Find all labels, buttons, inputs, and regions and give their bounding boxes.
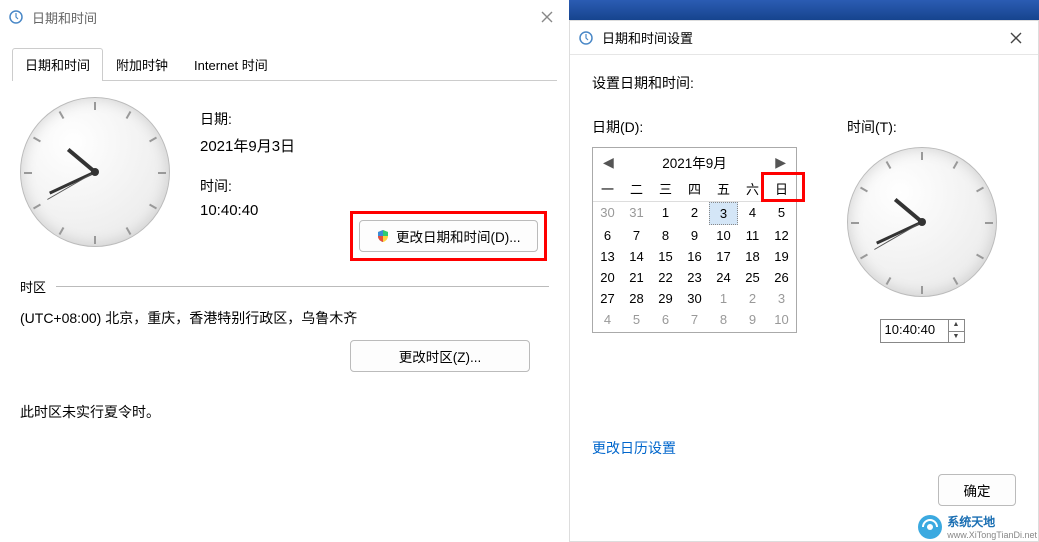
calendar-day[interactable]: 21 bbox=[622, 267, 651, 288]
calendar-day[interactable]: 4 bbox=[738, 202, 767, 225]
calendar-day[interactable]: 22 bbox=[651, 267, 680, 288]
tab-additional-clocks[interactable]: 附加时钟 bbox=[103, 48, 181, 80]
change-date-time-label: 更改日期和时间(D)... bbox=[396, 226, 521, 246]
weekday-header: 三 bbox=[651, 176, 680, 202]
calendar-day[interactable]: 27 bbox=[593, 288, 622, 309]
calendar-day[interactable]: 9 bbox=[738, 309, 767, 330]
calendar-day[interactable]: 10 bbox=[767, 309, 796, 330]
tab-strip: 日期和时间 附加时钟 Internet 时间 bbox=[12, 48, 557, 81]
section-title: 时区 bbox=[20, 277, 46, 296]
instruction-text: 设置日期和时间: bbox=[592, 73, 1016, 93]
calendar-day[interactable]: 18 bbox=[738, 246, 767, 267]
calendar-day[interactable]: 10 bbox=[709, 225, 738, 246]
timezone-value: (UTC+08:00) 北京，重庆，香港特别行政区，乌鲁木齐 bbox=[20, 308, 549, 328]
calendar-day[interactable]: 14 bbox=[622, 246, 651, 267]
time-value: 10:40:40 bbox=[200, 202, 295, 219]
ok-label: 确定 bbox=[964, 480, 991, 500]
close-button[interactable] bbox=[533, 5, 561, 29]
calendar-day[interactable]: 1 bbox=[651, 202, 680, 225]
calendar-day[interactable]: 8 bbox=[709, 309, 738, 330]
calendar-day[interactable]: 7 bbox=[622, 225, 651, 246]
calendar-day[interactable]: 6 bbox=[593, 225, 622, 246]
calendar-day[interactable]: 6 bbox=[651, 309, 680, 330]
tab-internet-time[interactable]: Internet 时间 bbox=[181, 48, 281, 80]
calendar-day[interactable]: 23 bbox=[680, 267, 709, 288]
second-hand bbox=[47, 172, 95, 200]
date-label: 日期: bbox=[200, 109, 295, 129]
titlebar: 日期和时间 bbox=[0, 0, 569, 34]
time-column-label: 时间(T): bbox=[847, 117, 997, 137]
calendar-day[interactable]: 13 bbox=[593, 246, 622, 267]
window-title: 日期和时间设置 bbox=[602, 28, 1002, 47]
calendar-day[interactable]: 31 bbox=[622, 202, 651, 225]
highlight-box: 更改日期和时间(D)... bbox=[350, 211, 547, 261]
window-title: 日期和时间 bbox=[32, 8, 533, 27]
change-timezone-button[interactable]: 更改时区(Z)... bbox=[350, 340, 530, 372]
time-spin-up[interactable]: ▲ bbox=[949, 320, 964, 332]
date-time-window: 日期和时间 日期和时间 附加时钟 Internet 时间 bbox=[0, 0, 569, 542]
clock-icon bbox=[8, 9, 24, 25]
calendar-day[interactable]: 19 bbox=[767, 246, 796, 267]
prev-month-button[interactable]: ◀ bbox=[599, 154, 618, 171]
time-label: 时间: bbox=[200, 176, 295, 196]
calendar-day[interactable]: 9 bbox=[680, 225, 709, 246]
calendar-grid: 一二三四五六日303112345678910111213141516171819… bbox=[593, 176, 796, 330]
calendar-day[interactable]: 4 bbox=[593, 309, 622, 330]
time-spin-down[interactable]: ▼ bbox=[949, 332, 964, 343]
weekday-header: 四 bbox=[680, 176, 709, 202]
shield-icon bbox=[376, 229, 390, 243]
second-hand bbox=[874, 222, 922, 250]
ok-button[interactable]: 确定 bbox=[938, 474, 1016, 506]
calendar-day[interactable]: 30 bbox=[680, 288, 709, 309]
calendar-day[interactable]: 28 bbox=[622, 288, 651, 309]
calendar-day[interactable]: 3 bbox=[767, 288, 796, 309]
tab-date-time[interactable]: 日期和时间 bbox=[12, 48, 103, 80]
analog-clock bbox=[847, 147, 997, 297]
weekday-header: 六 bbox=[738, 176, 767, 202]
date-time-settings-window: 日期和时间设置 设置日期和时间: 日期(D): ◀ 2021年9月 ▶ 一二三四… bbox=[569, 20, 1039, 542]
change-calendar-settings-link[interactable]: 更改日历设置 bbox=[592, 438, 676, 458]
tab-body: 日期: 2021年9月3日 时间: 10:40:40 bbox=[0, 81, 569, 438]
calendar-day[interactable]: 12 bbox=[767, 225, 796, 246]
analog-clock bbox=[20, 97, 170, 247]
dst-note: 此时区未实行夏令时。 bbox=[20, 402, 549, 422]
calendar-day[interactable]: 3 bbox=[709, 202, 738, 225]
weekday-header: 二 bbox=[622, 176, 651, 202]
date-value: 2021年9月3日 bbox=[200, 135, 295, 156]
calendar-day[interactable]: 1 bbox=[709, 288, 738, 309]
calendar-day[interactable]: 29 bbox=[651, 288, 680, 309]
change-date-time-button[interactable]: 更改日期和时间(D)... bbox=[359, 220, 538, 252]
close-button[interactable] bbox=[1002, 26, 1030, 50]
calendar-day[interactable]: 11 bbox=[738, 225, 767, 246]
time-spinner-value[interactable]: 10:40:40 bbox=[881, 320, 948, 342]
calendar-day[interactable]: 25 bbox=[738, 267, 767, 288]
weekday-header: 五 bbox=[709, 176, 738, 202]
calendar-day[interactable]: 5 bbox=[767, 202, 796, 225]
calendar-day[interactable]: 26 bbox=[767, 267, 796, 288]
time-spinner[interactable]: 10:40:40 ▲ ▼ bbox=[880, 319, 965, 343]
calendar-day[interactable]: 17 bbox=[709, 246, 738, 267]
calendar-day[interactable]: 5 bbox=[622, 309, 651, 330]
calendar-day[interactable]: 2 bbox=[738, 288, 767, 309]
calendar-day[interactable]: 30 bbox=[593, 202, 622, 225]
weekday-header: 日 bbox=[767, 176, 796, 202]
calendar-day[interactable]: 16 bbox=[680, 246, 709, 267]
month-label: 2021年9月 bbox=[662, 152, 727, 172]
calendar-day[interactable]: 8 bbox=[651, 225, 680, 246]
calendar-day[interactable]: 24 bbox=[709, 267, 738, 288]
calendar-day[interactable]: 20 bbox=[593, 267, 622, 288]
desktop-taskbar-fragment bbox=[569, 0, 1039, 20]
titlebar: 日期和时间设置 bbox=[570, 21, 1038, 55]
clock-icon bbox=[578, 30, 594, 46]
weekday-header: 一 bbox=[593, 176, 622, 202]
calendar-day[interactable]: 15 bbox=[651, 246, 680, 267]
calendar-day[interactable]: 7 bbox=[680, 309, 709, 330]
date-column-label: 日期(D): bbox=[592, 117, 797, 137]
change-timezone-label: 更改时区(Z)... bbox=[399, 346, 482, 366]
section-divider-timezone: 时区 bbox=[20, 277, 549, 296]
calendar-day[interactable]: 2 bbox=[680, 202, 709, 225]
calendar[interactable]: ◀ 2021年9月 ▶ 一二三四五六日303112345678910111213… bbox=[592, 147, 797, 333]
next-month-button[interactable]: ▶ bbox=[771, 154, 790, 171]
